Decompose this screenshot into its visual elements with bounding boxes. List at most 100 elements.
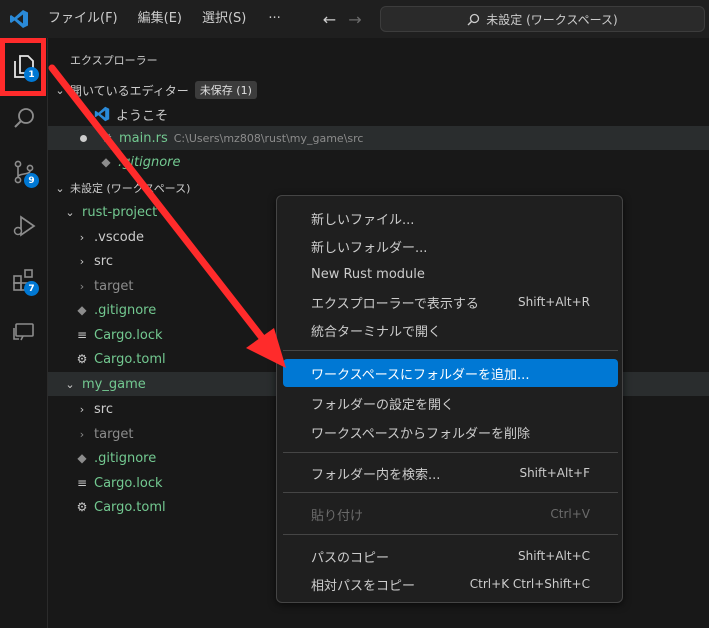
unsaved-badge: 未保存 (1) [194,81,257,99]
tree-item-label: src [94,401,113,417]
menu-selection[interactable]: 選択(S) [192,0,256,38]
menu-item-label: 貼り付け [311,508,364,524]
menu-separator [283,492,618,493]
navigation-controls: ← → [323,10,362,29]
lines-file-icon: ≡ [76,476,88,490]
chevron-down-icon: ⌄ [65,205,75,219]
menu-item-open-folder-settings[interactable]: フォルダーの設定を開く [283,389,618,417]
menu-item-new-rust-module[interactable]: New Rust module [283,260,618,288]
menu-separator [283,452,618,453]
open-editor-name: main.rs [119,130,168,146]
open-editor-path: C:\Users\mz808\rust\my_game\src [173,131,364,145]
run-debug-icon [13,215,36,237]
vscode-logo-icon [94,106,110,122]
menu-file[interactable]: ファイル(F) [38,0,128,38]
tree-item-label: src [94,253,113,269]
menu-item-shortcut: Ctrl+K Ctrl+Shift+C [469,577,590,591]
tree-item-label: .gitignore [94,450,157,466]
chevron-right-icon: › [79,279,85,293]
unsaved-dot-icon [80,134,87,142]
search-icon [14,108,34,128]
run-debug-activity-button[interactable] [0,202,48,250]
menu-item-open-in-terminal[interactable]: 統合ターミナルで開く [283,316,618,344]
menu-item-add-folder-to-workspace[interactable]: ワークスペースにフォルダーを追加... [283,359,618,387]
menu-item-shortcut: Shift+Alt+R [518,295,590,309]
open-editor-name: ようこそ [116,108,169,124]
open-editor-name: .gitignore [118,154,181,170]
scm-badge: 9 [24,173,39,188]
menu-item-label: 統合ターミナルで開く [311,324,442,340]
tree-item-label: Cargo.toml [94,351,166,367]
menu-bar: ファイル(F) 編集(E) 選択(S) ··· [38,0,293,38]
chevron-down-icon: ⌄ [55,83,65,97]
chevron-right-icon: › [79,254,85,268]
menu-item-label: New Rust module [311,266,425,282]
search-label: 未設定 (ワークスペース) [486,12,618,27]
menu-separator [283,350,618,351]
extensions-activity-button[interactable]: 7 [0,256,48,304]
git-file-icon: ◆ [101,155,111,169]
gear-icon: ⚙ [76,352,88,366]
tree-item-label: .vscode [94,229,144,245]
menu-item-label: 相対パスをコピー [311,578,416,594]
menu-item-label: エクスプローラーで表示する [311,296,479,312]
menu-item-label: フォルダー内を検索... [311,467,441,483]
chevron-down-icon: ⌄ [55,181,65,195]
git-file-icon: ◆ [77,451,87,465]
rust-file-icon: ⚙ [101,131,113,145]
command-center-search[interactable]: 未設定 (ワークスペース) [380,6,705,32]
source-control-activity-button[interactable]: 9 [0,148,48,196]
vscode-window: ファイル(F) 編集(E) 選択(S) ··· ← → 未設定 (ワークスペース… [0,0,709,628]
menu-item-remove-folder-from-workspace[interactable]: ワークスペースからフォルダーを削除 [283,418,618,446]
menu-item-shortcut: Shift+Alt+F [519,466,590,480]
menu-more[interactable]: ··· [256,0,292,38]
tree-item-label: target [94,426,134,442]
menu-separator [283,534,618,535]
chevron-right-icon: › [79,427,85,441]
menu-item-copy-relative-path[interactable]: 相対パスをコピー Ctrl+K Ctrl+Shift+C [283,570,618,598]
menu-item-label: 新しいフォルダー... [311,240,428,256]
forward-arrow-icon[interactable]: → [348,10,361,29]
menu-item-new-folder[interactable]: 新しいフォルダー... [283,232,618,260]
menu-item-label: ワークスペースからフォルダーを削除 [311,426,531,442]
title-bar: ファイル(F) 編集(E) 選択(S) ··· ← → 未設定 (ワークスペース… [0,0,709,38]
search-activity-button[interactable] [0,94,48,142]
vscode-logo-icon [0,0,38,38]
search-icon [467,13,480,25]
menu-item-label: フォルダーの設定を開く [311,397,455,413]
open-editor-item[interactable]: ようこそ [48,102,709,126]
activity-bar: 1 9 7 [0,38,48,628]
open-editors-label: 開いているエディター [70,83,189,98]
explorer-highlight-annotation [0,38,46,96]
tree-item-label: Cargo.lock [94,475,163,491]
tree-item-label: target [94,278,134,294]
open-editors-header[interactable]: ⌄ 開いているエディター 未保存 (1) [48,78,709,102]
open-editor-item[interactable]: ◆ .gitignore [48,150,709,174]
menu-item-copy-path[interactable]: パスのコピー Shift+Alt+C [283,542,618,570]
menu-edit[interactable]: 編集(E) [128,0,192,38]
menu-item-label: 新しいファイル... [311,212,415,228]
menu-item-shortcut: Ctrl+V [550,507,590,521]
extensions-badge: 7 [24,281,39,296]
gear-icon: ⚙ [76,500,88,514]
workspace-label: 未設定 (ワークスペース) [70,182,191,195]
back-arrow-icon[interactable]: ← [323,10,336,29]
lines-file-icon: ≡ [76,328,88,342]
menu-item-paste: 貼り付け Ctrl+V [283,500,618,528]
menu-item-find-in-folder[interactable]: フォルダー内を検索... Shift+Alt+F [283,459,618,487]
explorer-title: エクスプローラー [70,54,158,67]
menu-item-label: ワークスペースにフォルダーを追加... [311,367,530,383]
chevron-down-icon: ⌄ [65,377,75,391]
git-file-icon: ◆ [77,303,87,317]
chevron-right-icon: › [79,402,85,416]
menu-item-new-file[interactable]: 新しいファイル... [283,204,618,232]
menu-item-reveal-in-explorer[interactable]: エクスプローラーで表示する Shift+Alt+R [283,288,618,316]
folder-name: rust-project [82,204,158,220]
tree-item-label: Cargo.lock [94,327,163,343]
remote-explorer-activity-button[interactable] [0,308,48,356]
tree-item-label: Cargo.toml [94,499,166,515]
open-editor-item[interactable]: ⚙ main.rs C:\Users\mz808\rust\my_game\sr… [48,126,709,150]
context-menu: 新しいファイル... 新しいフォルダー... New Rust module エ… [276,195,623,603]
folder-name: my_game [82,376,146,392]
menu-item-label: パスのコピー [311,550,390,566]
